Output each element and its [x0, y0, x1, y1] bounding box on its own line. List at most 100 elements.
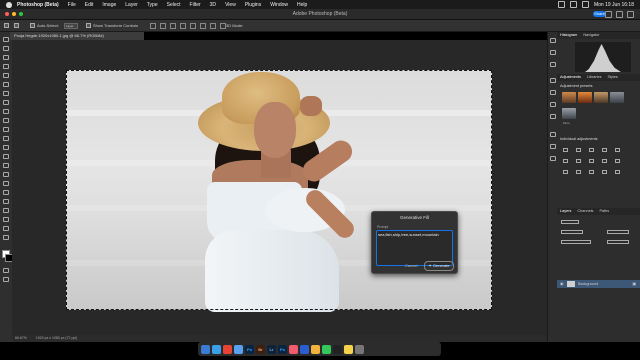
black-white-icon[interactable] [589, 159, 594, 163]
dock-bridge-icon[interactable]: Br [256, 344, 265, 354]
generate-button[interactable]: ✦ Generate [424, 261, 454, 271]
hand-tool-icon[interactable] [3, 217, 9, 222]
align-bottom-icon[interactable] [200, 23, 206, 29]
quick-mask-icon[interactable] [3, 268, 9, 273]
dock-photos-icon[interactable] [311, 344, 320, 354]
paragraph-panel-icon[interactable] [550, 144, 556, 149]
brush-settings-icon[interactable] [550, 62, 556, 67]
lasso-tool-icon[interactable] [3, 64, 9, 69]
dock-chrome-icon[interactable] [223, 344, 232, 354]
patterns-panel-icon[interactable] [550, 114, 556, 119]
gradient-map-icon[interactable] [602, 170, 607, 174]
dock-terminal-icon[interactable] [333, 344, 342, 354]
menu-edit[interactable]: Edit [85, 2, 94, 8]
zoom-tool-icon[interactable] [3, 226, 9, 231]
menu-file[interactable]: File [68, 2, 76, 8]
preset-thumbnail[interactable] [578, 92, 592, 103]
levels-icon[interactable] [576, 148, 581, 152]
menu-3d[interactable]: 3D [210, 2, 216, 8]
workspace-icon[interactable] [616, 11, 623, 18]
history-brush-tool-icon[interactable] [3, 136, 9, 141]
menu-view[interactable]: View [225, 2, 236, 8]
dock-finder-icon[interactable] [201, 344, 210, 354]
history-panel-icon[interactable] [550, 38, 556, 43]
marquee-tool-icon[interactable] [3, 55, 9, 60]
menu-app-name[interactable]: Photoshop (Beta) [17, 2, 59, 8]
gradient-tool-icon[interactable] [3, 154, 9, 159]
dock-photoshop-icon[interactable]: Ps [245, 344, 254, 354]
eraser-tool-icon[interactable] [3, 145, 9, 150]
presets-more-link[interactable]: More [563, 121, 570, 125]
brush-tool-icon[interactable] [3, 118, 9, 123]
vibrance-icon[interactable] [615, 148, 620, 152]
auto-select-checkbox[interactable]: Auto-Select: [30, 23, 59, 28]
lock-icon[interactable]: ▣ [632, 280, 636, 288]
color-panel-icon[interactable] [550, 78, 556, 83]
adjustment-presets-header[interactable]: Adjustment presets [560, 84, 593, 88]
more-tools-icon[interactable] [3, 235, 9, 240]
healing-brush-tool-icon[interactable] [3, 109, 9, 114]
tab-channels[interactable]: Channels [577, 208, 593, 215]
fill-field[interactable] [607, 240, 629, 244]
menu-type[interactable]: Type [147, 2, 158, 8]
dock-lightroom-icon[interactable]: Lr [267, 344, 276, 354]
dodge-tool-icon[interactable] [3, 172, 9, 177]
exposure-icon[interactable] [602, 148, 607, 152]
distribute-icon[interactable] [210, 23, 216, 29]
eyedropper-tool-icon[interactable] [3, 100, 9, 105]
channel-mixer-icon[interactable] [615, 159, 620, 163]
curves-icon[interactable] [589, 148, 594, 152]
dock-photoshop-beta-icon[interactable]: Ps [278, 344, 287, 354]
individual-adjustments-header[interactable]: Individual adjustments [560, 137, 598, 141]
home-icon[interactable] [4, 23, 9, 28]
dock-music-icon[interactable] [289, 344, 298, 354]
zoom-level[interactable]: 66.67% [12, 336, 27, 340]
brightness-contrast-icon[interactable] [563, 148, 568, 152]
dock-messages-icon[interactable] [322, 344, 331, 354]
object-selection-tool-icon[interactable] [3, 73, 9, 78]
dock-notes-icon[interactable] [344, 344, 353, 354]
tab-styles[interactable]: Styles [607, 74, 617, 81]
posterize-icon[interactable] [576, 170, 581, 174]
swatches-panel-icon[interactable] [550, 90, 556, 95]
tab-adjustments[interactable]: Adjustments [560, 74, 581, 81]
move-tool-icon[interactable] [3, 37, 9, 42]
menu-image[interactable]: Image [102, 2, 116, 8]
selection-marquee[interactable] [66, 70, 492, 310]
align-middle-icon[interactable] [190, 23, 196, 29]
menu-window[interactable]: Window [270, 2, 288, 8]
menu-layer[interactable]: Layer [125, 2, 138, 8]
screen-mode-icon[interactable] [3, 277, 9, 282]
preset-thumbnail[interactable] [594, 92, 608, 103]
layer-filter-dropdown[interactable] [561, 220, 579, 224]
align-top-icon[interactable] [180, 23, 186, 29]
lock-controls[interactable] [561, 240, 591, 244]
artboard-tool-icon[interactable] [3, 46, 9, 51]
auto-select-dropdown[interactable]: Layer [64, 23, 78, 29]
preset-thumbnail[interactable] [610, 92, 624, 103]
cancel-button[interactable]: Cancel [405, 263, 417, 268]
menu-plugins[interactable]: Plugins [245, 2, 261, 8]
menu-filter[interactable]: Filter [190, 2, 201, 8]
dock-trash-icon[interactable] [355, 344, 364, 354]
color-balance-icon[interactable] [576, 159, 581, 163]
tab-layers[interactable]: Layers [560, 208, 571, 215]
photo-filter-icon[interactable] [602, 159, 607, 163]
dock-safari-icon[interactable] [212, 344, 221, 354]
layer-row-background[interactable]: ◉ Background ▣ [557, 280, 640, 288]
tab-histogram[interactable]: Histogram [560, 32, 577, 39]
threshold-icon[interactable] [589, 170, 594, 174]
document-tab[interactable]: Pooja Hegde-1920x1080-1.jpg @ 66.7% (RGB… [10, 32, 144, 40]
status-icon[interactable] [557, 1, 565, 8]
invert-icon[interactable] [563, 170, 568, 174]
move-tool-icon[interactable] [14, 23, 19, 28]
character-panel-icon[interactable] [550, 132, 556, 137]
search-icon[interactable] [605, 11, 612, 18]
rectangle-tool-icon[interactable] [3, 208, 9, 213]
dock-mail-icon[interactable] [234, 344, 243, 354]
tab-navigator[interactable]: Navigator [583, 32, 599, 39]
pen-tool-icon[interactable] [3, 181, 9, 186]
properties-panel-icon[interactable] [550, 50, 556, 55]
menu-help[interactable]: Help [297, 2, 307, 8]
frame-tool-icon[interactable] [3, 91, 9, 96]
